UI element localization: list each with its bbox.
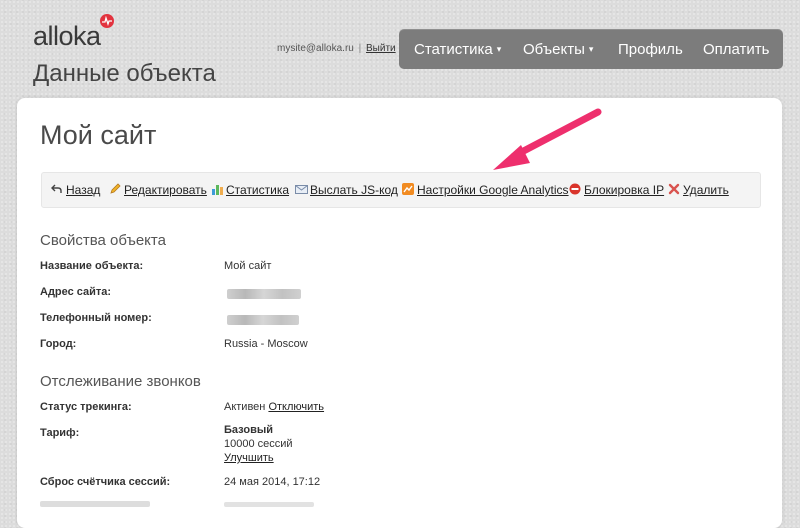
site-address-redacted <box>227 289 301 299</box>
object-properties-heading: Свойства объекта <box>40 232 166 249</box>
block-icon <box>569 183 581 195</box>
envelope-icon <box>295 183 308 195</box>
chevron-down-icon: ▾ <box>588 44 594 54</box>
phone-number-label: Телефонный номер: <box>40 312 152 324</box>
logout-link[interactable]: Выйти <box>366 43 396 54</box>
nav-item-profile[interactable]: Профиль <box>618 41 683 58</box>
site-title: Мой сайт <box>40 120 157 150</box>
tariff-name: Базовый <box>224 424 273 436</box>
logo-pulse-icon <box>100 14 114 28</box>
analytics-icon <box>402 183 414 195</box>
action-toolbar: Назад Редактировать Статистика Выслать J… <box>41 172 761 208</box>
back-link[interactable]: Назад <box>51 183 100 197</box>
cut-off-value <box>224 502 314 507</box>
site-address-label: Адрес сайта: <box>40 286 112 298</box>
nav-item-statistics[interactable]: Статистика ▾ <box>414 41 501 58</box>
phone-number-redacted <box>227 315 299 325</box>
nav-item-objects[interactable]: Объекты ▾ <box>523 41 593 58</box>
tariff-value: Базовый 10000 сессий Улучшить <box>224 423 293 465</box>
account-info: mysite@alloka.ru | Выйти <box>277 43 396 54</box>
toolbar-label: Редактировать <box>124 183 207 197</box>
pencil-icon <box>109 183 121 195</box>
nav-item-pay[interactable]: Оплатить <box>703 41 770 58</box>
tariff-label: Тариф: <box>40 427 80 439</box>
session-reset-label: Сброс счётчика сессий: <box>40 476 171 488</box>
tracking-status-label: Статус трекинга: <box>40 401 132 413</box>
nav-item-label: Объекты <box>523 41 585 58</box>
edit-link[interactable]: Редактировать <box>109 183 207 197</box>
object-name-label: Название объекта: <box>40 260 144 272</box>
tracking-status-text: Активен <box>224 401 266 413</box>
nav-item-label: Профиль <box>618 41 683 58</box>
ip-block-link[interactable]: Блокировка IP <box>569 183 664 197</box>
tariff-sessions: 10000 сессий <box>224 438 293 450</box>
toolbar-label: Выслать JS-код <box>310 183 398 197</box>
disable-tracking-link[interactable]: Отключить <box>268 401 324 413</box>
statistics-link[interactable]: Статистика <box>211 183 289 197</box>
main-nav: Статистика ▾ Объекты ▾ Профиль Оплатить <box>399 29 783 69</box>
nav-item-label: Статистика <box>414 41 493 58</box>
bar-chart-icon <box>211 183 223 195</box>
toolbar-label: Статистика <box>226 183 290 197</box>
city-label: Город: <box>40 338 77 350</box>
tracking-status-value: Активен Отключить <box>224 401 324 413</box>
toolbar-label: Назад <box>66 183 101 197</box>
upgrade-tariff-link[interactable]: Улучшить <box>224 452 274 464</box>
nav-item-label: Оплатить <box>703 41 770 58</box>
logo[interactable]: alloka <box>33 21 101 52</box>
send-js-code-link[interactable]: Выслать JS-код <box>295 183 398 197</box>
chevron-down-icon: ▾ <box>496 44 502 54</box>
page-heading: Данные объекта <box>33 60 216 87</box>
cut-off-row <box>40 501 150 507</box>
delete-link[interactable]: Удалить <box>668 183 729 197</box>
object-name-value: Мой сайт <box>224 260 272 272</box>
back-arrow-icon <box>51 183 63 195</box>
toolbar-label: Блокировка IP <box>584 183 665 197</box>
session-reset-value: 24 мая 2014, 17:12 <box>224 476 321 488</box>
account-separator: | <box>358 43 362 54</box>
google-analytics-settings-link[interactable]: Настройки Google Analytics <box>402 183 569 197</box>
toolbar-label: Удалить <box>683 183 729 197</box>
account-email: mysite@alloka.ru <box>277 43 354 54</box>
call-tracking-heading: Отслеживание звонков <box>40 373 201 390</box>
content-panel: Мой сайт Назад Редактировать Статистика … <box>17 98 782 528</box>
delete-x-icon <box>668 183 680 195</box>
city-value: Russia - Moscow <box>224 338 308 350</box>
toolbar-label: Настройки Google Analytics <box>417 183 569 197</box>
